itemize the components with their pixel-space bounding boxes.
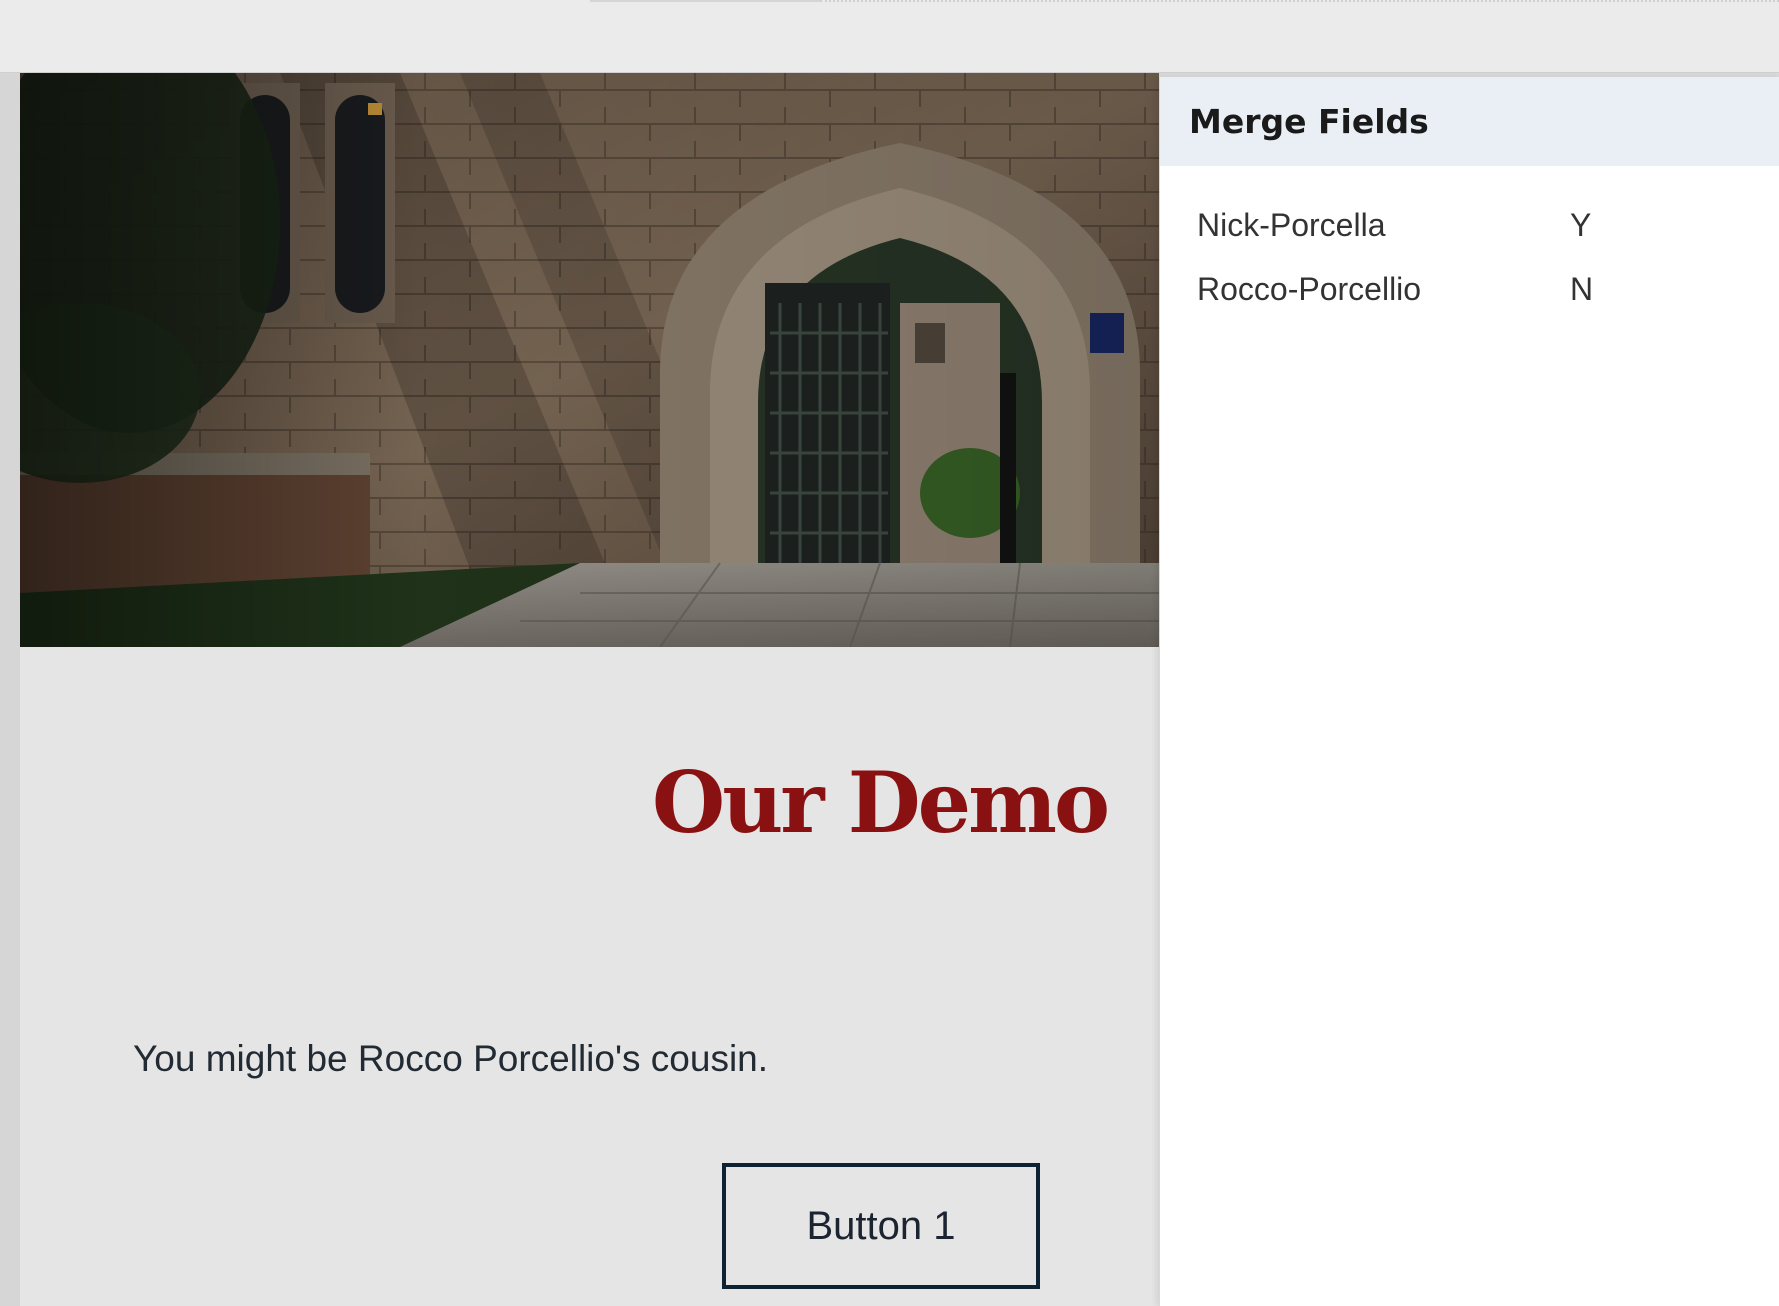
merge-field-value: N xyxy=(1570,270,1594,307)
merge-field-row[interactable]: Rocco-Porcellio N xyxy=(1197,257,1757,321)
headline[interactable]: Our Demo xyxy=(20,753,1110,854)
panel-title: Merge Fields xyxy=(1189,102,1429,141)
body-text[interactable]: You might be Rocco Porcellio's cousin. xyxy=(133,1038,768,1080)
merge-field-value: Y xyxy=(1570,206,1592,243)
email-canvas: Our Demo You might be Rocco Porcellio's … xyxy=(20,73,1159,1306)
merge-field-name: Nick-Porcella xyxy=(1197,206,1386,243)
toolbar-dotted-divider xyxy=(820,0,1779,2)
archway-photo xyxy=(20,73,1159,647)
hero-image[interactable] xyxy=(20,73,1159,647)
cta-button[interactable]: Button 1 xyxy=(722,1163,1040,1289)
merge-field-list: Nick-Porcella Y Rocco-Porcellio N xyxy=(1197,193,1757,321)
merge-fields-panel: Merge Fields Nick-Porcella Y Rocco-Porce… xyxy=(1159,77,1779,1306)
merge-field-name: Rocco-Porcellio xyxy=(1197,270,1422,307)
editor-toolbar xyxy=(0,0,1779,73)
toolbar-divider xyxy=(590,0,820,2)
merge-field-row[interactable]: Nick-Porcella Y xyxy=(1197,193,1757,257)
merge-fields-header: Merge Fields xyxy=(1160,77,1779,166)
left-gutter xyxy=(0,73,20,1306)
